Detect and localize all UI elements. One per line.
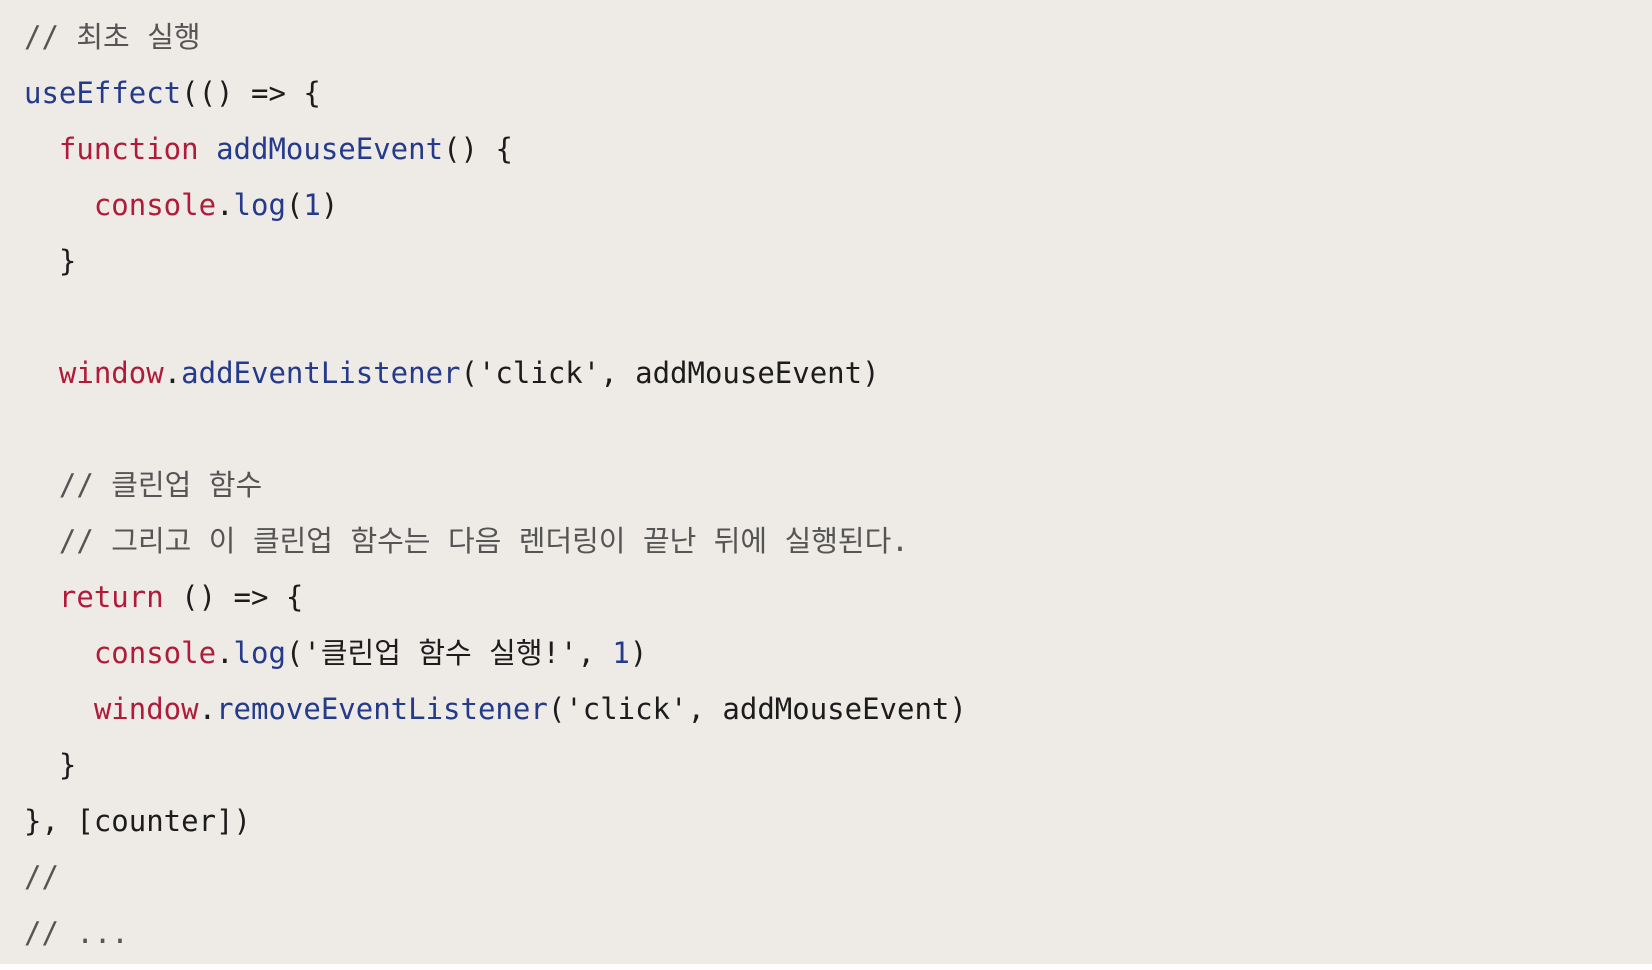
code-token-plain: . — [216, 636, 234, 670]
code-line: // 클린업 함수 — [24, 462, 1652, 518]
code-token-plain: () => { — [163, 580, 304, 614]
code-token-fn: useEffect — [24, 76, 182, 110]
code-token-plain: ('click', addMouseEvent) — [547, 692, 967, 726]
code-line: console.log(1) — [24, 182, 1652, 238]
code-token-fn: addMouseEvent — [216, 132, 444, 166]
code-line: // ... — [24, 910, 1652, 966]
code-token-plain: . — [198, 692, 217, 726]
code-token-kw: window — [58, 356, 164, 390]
code-token-kw: return — [58, 580, 164, 614]
code-line: } — [24, 742, 1652, 798]
code-token-plain: ) — [629, 636, 648, 670]
code-token-plain: . — [163, 356, 182, 390]
code-line: // 그리고 이 클린업 함수는 다음 렌더링이 끝난 뒤에 실행된다. — [24, 518, 1652, 574]
code-token-fn: log — [233, 636, 286, 670]
code-block: // 최초 실행 useEffect(() => { function addMo… — [0, 0, 1652, 964]
code-line: function addMouseEvent() { — [24, 126, 1652, 182]
code-line: // 최초 실행 — [24, 14, 1652, 70]
code-line: window.addEventListener('click', addMous… — [24, 350, 1652, 406]
code-line: }, [counter]) — [24, 798, 1652, 854]
code-line: // — [24, 854, 1652, 910]
code-line: window.removeEventListener('click', addM… — [24, 686, 1652, 742]
code-token-plain: . — [216, 188, 234, 222]
code-token-plain: }, [counter]) — [24, 804, 251, 838]
code-token-plain: () { — [443, 132, 513, 166]
code-token-plain: } — [58, 748, 77, 782]
code-lines: // 최초 실행 useEffect(() => { function addMo… — [24, 14, 1652, 966]
code-token-kw: console — [93, 636, 217, 670]
code-token-fn: removeEventListener — [216, 692, 548, 726]
code-token-plain: ) — [320, 188, 339, 222]
code-token-comment: // ... — [24, 916, 129, 950]
code-token-num: 1 — [612, 636, 630, 670]
code-token-plain: ( — [285, 188, 304, 222]
code-token-num: 1 — [303, 188, 321, 222]
code-token-comment: // 클린업 함수 — [58, 468, 263, 502]
code-token-plain: (() => { — [181, 76, 321, 110]
code-line: useEffect(() => { — [24, 70, 1652, 126]
code-line: console.log('클린업 함수 실행!', 1) — [24, 630, 1652, 686]
code-token-comment: // 최초 실행 — [24, 20, 201, 54]
code-token-kw: window — [93, 692, 199, 726]
code-token-fn: log — [233, 188, 286, 222]
code-token-plain: } — [58, 244, 77, 278]
code-token-kw: console — [93, 188, 217, 222]
code-token-comment: // 그리고 이 클린업 함수는 다음 렌더링이 끝난 뒤에 실행된다. — [58, 524, 909, 558]
code-line: } — [24, 238, 1652, 294]
code-token-fn: addEventListener — [181, 356, 461, 390]
code-token-plain: ('클린업 함수 실행!', — [285, 636, 613, 670]
code-line: return () => { — [24, 574, 1652, 630]
code-token-comment: // — [24, 860, 59, 894]
code-token-plain: ('click', addMouseEvent) — [460, 356, 880, 390]
code-token-kw: function — [58, 132, 199, 166]
